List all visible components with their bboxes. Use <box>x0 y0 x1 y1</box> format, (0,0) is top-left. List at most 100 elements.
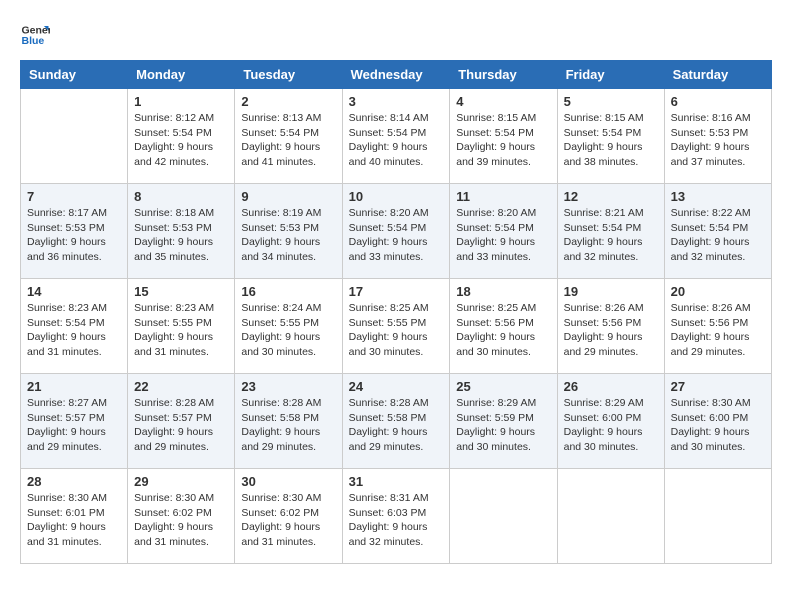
day-info: Sunrise: 8:15 AMSunset: 5:54 PMDaylight:… <box>456 111 550 170</box>
calendar-cell: 15 Sunrise: 8:23 AMSunset: 5:55 PMDayligh… <box>128 279 235 374</box>
day-info: Sunrise: 8:30 AMSunset: 6:02 PMDaylight:… <box>241 491 335 550</box>
calendar-cell <box>450 469 557 564</box>
calendar-cell: 16 Sunrise: 8:24 AMSunset: 5:55 PMDayligh… <box>235 279 342 374</box>
day-info: Sunrise: 8:14 AMSunset: 5:54 PMDaylight:… <box>349 111 444 170</box>
calendar-cell: 12Sunrise: 8:21 AMSunset: 5:54 PMDayligh… <box>557 184 664 279</box>
day-info: Sunrise: 8:29 AMSunset: 6:00 PMDaylight:… <box>564 396 658 455</box>
calendar-cell <box>557 469 664 564</box>
calendar-cell: 6Sunrise: 8:16 AMSunset: 5:53 PMDaylight… <box>664 89 771 184</box>
calendar-cell: 2 Sunrise: 8:13 AMSunset: 5:54 PMDaylight… <box>235 89 342 184</box>
day-info: Sunrise: 8:25 AMSunset: 5:55 PMDaylight:… <box>349 301 444 360</box>
calendar-cell: 22Sunrise: 8:28 AMSunset: 5:57 PMDayligh… <box>128 374 235 469</box>
day-info: Sunrise: 8:31 AMSunset: 6:03 PMDaylight:… <box>349 491 444 550</box>
day-info: Sunrise: 8:17 AMSunset: 5:53 PMDaylight:… <box>27 206 121 265</box>
calendar-cell: 17 Sunrise: 8:25 AMSunset: 5:55 PMDayligh… <box>342 279 450 374</box>
day-number: 17 <box>349 284 444 299</box>
day-info: Sunrise: 8:20 AMSunset: 5:54 PMDaylight:… <box>349 206 444 265</box>
calendar-week-row: 1Sunrise: 8:12 AMSunset: 5:54 PMDaylight… <box>21 89 772 184</box>
day-number: 23 <box>241 379 335 394</box>
day-number: 25 <box>456 379 550 394</box>
day-number: 30 <box>241 474 335 489</box>
calendar-week-row: 7 Sunrise: 8:17 AMSunset: 5:53 PMDaylight… <box>21 184 772 279</box>
day-info: Sunrise: 8:22 AMSunset: 5:54 PMDaylight:… <box>671 206 765 265</box>
day-number: 19 <box>564 284 658 299</box>
weekday-header-monday: Monday <box>128 61 235 89</box>
day-info: Sunrise: 8:30 AMSunset: 6:00 PMDaylight:… <box>671 396 765 455</box>
calendar-week-row: 21 Sunrise: 8:27 AMSunset: 5:57 PMDayligh… <box>21 374 772 469</box>
logo: General Blue <box>20 20 50 50</box>
day-number: 16 <box>241 284 335 299</box>
weekday-header-tuesday: Tuesday <box>235 61 342 89</box>
day-number: 6 <box>671 94 765 109</box>
calendar-cell: 25 Sunrise: 8:29 AMSunset: 5:59 PMDayligh… <box>450 374 557 469</box>
day-info: Sunrise: 8:30 AMSunset: 6:01 PMDaylight:… <box>27 491 121 550</box>
day-info: Sunrise: 8:19 AMSunset: 5:53 PMDaylight:… <box>241 206 335 265</box>
calendar-cell: 23 Sunrise: 8:28 AMSunset: 5:58 PMDayligh… <box>235 374 342 469</box>
day-info: Sunrise: 8:26 AMSunset: 5:56 PMDaylight:… <box>564 301 658 360</box>
day-info: Sunrise: 8:28 AMSunset: 5:57 PMDaylight:… <box>134 396 228 455</box>
day-number: 10 <box>349 189 444 204</box>
calendar-cell: 7 Sunrise: 8:17 AMSunset: 5:53 PMDaylight… <box>21 184 128 279</box>
day-number: 15 <box>134 284 228 299</box>
day-number: 31 <box>349 474 444 489</box>
calendar-cell: 18 Sunrise: 8:25 AMSunset: 5:56 PMDayligh… <box>450 279 557 374</box>
calendar-cell: 5 Sunrise: 8:15 AMSunset: 5:54 PMDaylight… <box>557 89 664 184</box>
weekday-header-sunday: Sunday <box>21 61 128 89</box>
day-number: 21 <box>27 379 121 394</box>
calendar-cell: 13 Sunrise: 8:22 AMSunset: 5:54 PMDayligh… <box>664 184 771 279</box>
page-header: General Blue <box>20 20 772 50</box>
day-number: 20 <box>671 284 765 299</box>
calendar-table: SundayMondayTuesdayWednesdayThursdayFrid… <box>20 60 772 564</box>
calendar-week-row: 28 Sunrise: 8:30 AMSunset: 6:01 PMDayligh… <box>21 469 772 564</box>
day-info: Sunrise: 8:23 AMSunset: 5:54 PMDaylight:… <box>27 301 121 360</box>
calendar-cell: 11 Sunrise: 8:20 AMSunset: 5:54 PMDayligh… <box>450 184 557 279</box>
calendar-cell <box>664 469 771 564</box>
day-info: Sunrise: 8:24 AMSunset: 5:55 PMDaylight:… <box>241 301 335 360</box>
day-info: Sunrise: 8:29 AMSunset: 5:59 PMDaylight:… <box>456 396 550 455</box>
calendar-cell: 10 Sunrise: 8:20 AMSunset: 5:54 PMDayligh… <box>342 184 450 279</box>
day-number: 13 <box>671 189 765 204</box>
day-info: Sunrise: 8:26 AMSunset: 5:56 PMDaylight:… <box>671 301 765 360</box>
weekday-header-friday: Friday <box>557 61 664 89</box>
calendar-cell: 20 Sunrise: 8:26 AMSunset: 5:56 PMDayligh… <box>664 279 771 374</box>
weekday-header-wednesday: Wednesday <box>342 61 450 89</box>
calendar-cell: 27Sunrise: 8:30 AMSunset: 6:00 PMDayligh… <box>664 374 771 469</box>
day-number: 9 <box>241 189 335 204</box>
day-info: Sunrise: 8:28 AMSunset: 5:58 PMDaylight:… <box>349 396 444 455</box>
day-info: Sunrise: 8:25 AMSunset: 5:56 PMDaylight:… <box>456 301 550 360</box>
calendar-cell: 4 Sunrise: 8:15 AMSunset: 5:54 PMDaylight… <box>450 89 557 184</box>
day-number: 12 <box>564 189 658 204</box>
day-number: 1 <box>134 94 228 109</box>
svg-text:Blue: Blue <box>22 35 45 47</box>
day-number: 28 <box>27 474 121 489</box>
day-number: 11 <box>456 189 550 204</box>
day-number: 7 <box>27 189 121 204</box>
day-info: Sunrise: 8:13 AMSunset: 5:54 PMDaylight:… <box>241 111 335 170</box>
calendar-cell: 1Sunrise: 8:12 AMSunset: 5:54 PMDaylight… <box>128 89 235 184</box>
day-info: Sunrise: 8:20 AMSunset: 5:54 PMDaylight:… <box>456 206 550 265</box>
weekday-header-saturday: Saturday <box>664 61 771 89</box>
calendar-cell: 9 Sunrise: 8:19 AMSunset: 5:53 PMDaylight… <box>235 184 342 279</box>
weekday-header-thursday: Thursday <box>450 61 557 89</box>
day-number: 5 <box>564 94 658 109</box>
day-number: 3 <box>349 94 444 109</box>
calendar-cell: 21 Sunrise: 8:27 AMSunset: 5:57 PMDayligh… <box>21 374 128 469</box>
day-info: Sunrise: 8:30 AMSunset: 6:02 PMDaylight:… <box>134 491 228 550</box>
day-number: 18 <box>456 284 550 299</box>
calendar-cell: 28 Sunrise: 8:30 AMSunset: 6:01 PMDayligh… <box>21 469 128 564</box>
day-info: Sunrise: 8:23 AMSunset: 5:55 PMDaylight:… <box>134 301 228 360</box>
calendar-cell: 29 Sunrise: 8:30 AMSunset: 6:02 PMDayligh… <box>128 469 235 564</box>
calendar-cell: 31 Sunrise: 8:31 AMSunset: 6:03 PMDayligh… <box>342 469 450 564</box>
calendar-cell: 19 Sunrise: 8:26 AMSunset: 5:56 PMDayligh… <box>557 279 664 374</box>
calendar-cell: 14 Sunrise: 8:23 AMSunset: 5:54 PMDayligh… <box>21 279 128 374</box>
calendar-cell: 3 Sunrise: 8:14 AMSunset: 5:54 PMDaylight… <box>342 89 450 184</box>
day-number: 4 <box>456 94 550 109</box>
day-number: 26 <box>564 379 658 394</box>
day-number: 14 <box>27 284 121 299</box>
day-number: 2 <box>241 94 335 109</box>
day-info: Sunrise: 8:18 AMSunset: 5:53 PMDaylight:… <box>134 206 228 265</box>
day-number: 29 <box>134 474 228 489</box>
day-info: Sunrise: 8:28 AMSunset: 5:58 PMDaylight:… <box>241 396 335 455</box>
day-info: Sunrise: 8:27 AMSunset: 5:57 PMDaylight:… <box>27 396 121 455</box>
day-info: Sunrise: 8:15 AMSunset: 5:54 PMDaylight:… <box>564 111 658 170</box>
